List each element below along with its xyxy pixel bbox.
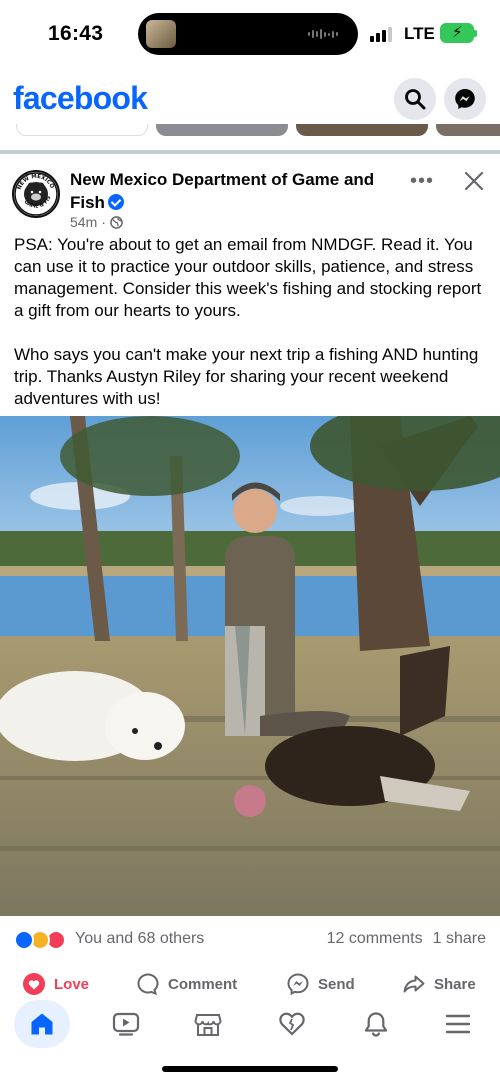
dynamic-island[interactable]: [138, 13, 358, 55]
comment-button[interactable]: Comment: [136, 972, 237, 996]
comment-count[interactable]: 12 comments: [327, 930, 423, 948]
home-indicator[interactable]: [162, 1066, 338, 1072]
share-icon: [403, 975, 425, 993]
post-time[interactable]: 54m: [70, 214, 97, 230]
love-icon: [23, 973, 45, 995]
nav-dating[interactable]: [264, 1000, 320, 1048]
share-label: Share: [434, 975, 476, 993]
hide-post-button[interactable]: [463, 170, 485, 197]
share-button[interactable]: Share: [402, 972, 476, 996]
network-type: LTE: [404, 24, 435, 43]
bell-icon: [364, 1012, 388, 1037]
photo-illustration: [0, 416, 500, 916]
close-icon: [464, 171, 484, 191]
more-options-button[interactable]: •••: [410, 170, 434, 193]
post-photo[interactable]: [0, 416, 500, 916]
story-card[interactable]: [436, 124, 500, 136]
nav-video[interactable]: [98, 1000, 154, 1048]
now-playing-thumbnail: [146, 20, 176, 48]
feed-divider: [0, 150, 500, 154]
nav-menu[interactable]: [430, 1000, 486, 1048]
nmdgf-logo: NEW MEXICO GAME & FISH: [14, 172, 58, 216]
verified-badge-icon: [107, 194, 124, 210]
facebook-logo[interactable]: facebook: [13, 80, 148, 117]
post-paragraph: Who says you can't make your next trip a…: [14, 345, 479, 408]
reactors-text[interactable]: You and 68 others: [75, 930, 204, 948]
love-label: Love: [54, 975, 90, 993]
status-bar: 16:43 LTE ⚡: [0, 0, 500, 68]
post-body: PSA: You're about to get an email from N…: [14, 234, 490, 410]
send-label: Send: [318, 975, 355, 993]
post-paragraph: PSA: You're about to get an email from N…: [14, 235, 482, 320]
comment-label: Comment: [168, 975, 238, 993]
page-name[interactable]: New Mexico Department of Game and Fish: [70, 168, 400, 214]
menu-icon: [445, 1014, 471, 1034]
messenger-send-icon: [287, 973, 309, 996]
comment-icon: [137, 973, 159, 996]
home-icon: [31, 1013, 53, 1035]
like-reaction-icon: [14, 930, 34, 950]
globe-icon: [110, 215, 123, 229]
cellular-signal-icon: [370, 26, 398, 42]
status-time: 16:43: [48, 22, 104, 45]
app-header: facebook: [0, 68, 500, 132]
engagement-counts: 12 comments 1 share: [327, 930, 486, 948]
story-card[interactable]: [296, 124, 428, 136]
battery-charging-icon: ⚡: [440, 23, 477, 43]
story-card[interactable]: [156, 124, 288, 136]
search-icon: [405, 89, 426, 110]
reactions-summary[interactable]: You and 68 others 12 comments 1 share: [14, 928, 486, 952]
video-icon: [112, 1012, 140, 1036]
audio-waveform-icon: [308, 29, 338, 39]
share-count[interactable]: 1 share: [433, 930, 486, 948]
post-header: NEW MEXICO GAME & FISH New Mexico Depart…: [0, 162, 500, 232]
nav-marketplace[interactable]: [180, 1000, 236, 1048]
story-card[interactable]: [16, 124, 148, 136]
reaction-icons: [14, 930, 72, 950]
page-avatar[interactable]: NEW MEXICO GAME & FISH: [12, 170, 60, 218]
nav-home[interactable]: [14, 1000, 70, 1048]
stories-strip[interactable]: [0, 124, 500, 138]
heart-icon: [279, 1012, 305, 1036]
love-button[interactable]: Love: [22, 972, 89, 996]
send-button[interactable]: Send: [286, 972, 355, 996]
marketplace-icon: [194, 1014, 222, 1036]
search-button[interactable]: [394, 78, 436, 120]
messenger-button[interactable]: [444, 78, 486, 120]
nav-notifications[interactable]: [348, 1000, 404, 1048]
post-meta: 54m ·: [70, 214, 123, 230]
messenger-icon: [455, 89, 475, 109]
